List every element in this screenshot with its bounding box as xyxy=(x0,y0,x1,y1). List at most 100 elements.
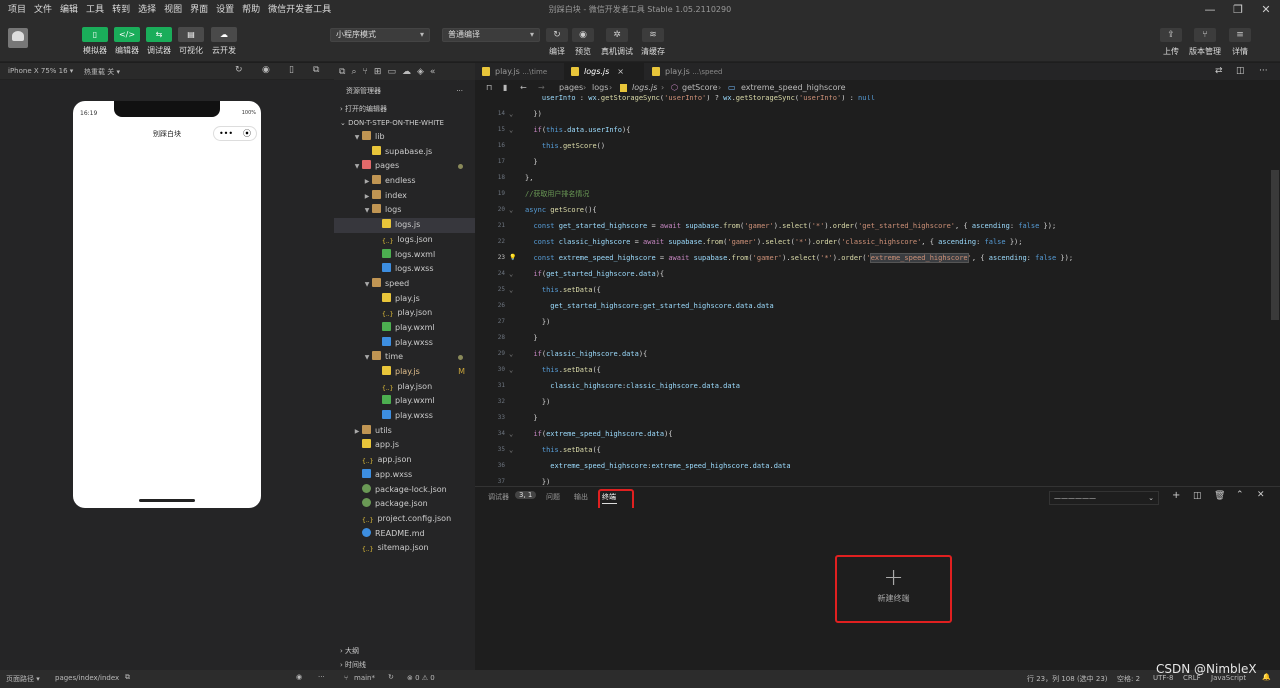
cube-icon[interactable]: ◈ xyxy=(417,67,424,77)
version-control-button[interactable]: ⑂ 版本管理 xyxy=(1189,28,1221,57)
tab-output[interactable]: 输出 xyxy=(574,492,588,502)
file-item[interactable]: README.md xyxy=(334,527,475,542)
problems-count[interactable]: ⊗ 0 ⚠ 0 xyxy=(407,674,435,682)
folder-item[interactable]: ▼ time xyxy=(334,350,475,365)
file-item[interactable]: play.js xyxy=(334,292,475,307)
cursor-position[interactable]: 行 23，列 108 (选中 23) xyxy=(1027,674,1108,684)
phone-screen[interactable]: 16:19 100% 别踩白块 ••• ⦿ xyxy=(73,101,261,508)
breadcrumb-item[interactable]: getScore xyxy=(682,80,718,95)
folder-item[interactable]: ▼ lib xyxy=(334,130,475,145)
compile-button[interactable]: ↻ 编译 xyxy=(544,28,570,57)
clear-cache-button[interactable]: ≋ 清缓存 xyxy=(640,28,666,57)
file-item[interactable]: {..} sitemap.json xyxy=(334,541,475,556)
file-item[interactable]: play.wxml xyxy=(334,394,475,409)
copy-icon[interactable]: ⧉ xyxy=(125,673,130,682)
file-item[interactable]: {..} play.json xyxy=(334,380,475,395)
menu-item-edit[interactable]: 编辑 xyxy=(56,0,82,20)
menu-item-tools[interactable]: 工具 xyxy=(82,0,108,20)
more-icon[interactable]: ··· xyxy=(318,673,325,681)
more-actions-icon[interactable]: ··· xyxy=(1259,66,1268,76)
mode-select[interactable]: 小程序模式 xyxy=(330,28,430,42)
details-button[interactable]: ≡ 详情 xyxy=(1227,28,1253,57)
close-panel-icon[interactable]: ✕ xyxy=(1257,490,1265,500)
file-item[interactable]: play.wxss xyxy=(334,409,475,424)
debugger-toggle-button[interactable]: ⇆ 调试器 xyxy=(145,27,173,56)
preview-button[interactable]: ◉ 预览 xyxy=(570,28,596,57)
file-item[interactable]: package-lock.json xyxy=(334,483,475,498)
window-icon[interactable]: ▭ xyxy=(387,67,396,77)
project-section[interactable]: ⌄ DON-T-STEP-ON-THE-WHITE xyxy=(334,116,475,130)
cloud-icon[interactable]: ☁ xyxy=(402,67,411,77)
file-item[interactable]: app.wxss xyxy=(334,468,475,483)
breadcrumb-item[interactable]: logs xyxy=(592,80,608,95)
stop-icon[interactable]: ◉ xyxy=(262,65,270,75)
capsule-menu[interactable]: ••• ⦿ xyxy=(213,126,257,141)
file-item[interactable]: {..} project.config.json xyxy=(334,512,475,527)
tab-debugger[interactable]: 调试器 xyxy=(488,492,509,502)
remote-debug-button[interactable]: ✲ 真机调试 xyxy=(601,28,633,57)
collapse-icon[interactable]: « xyxy=(430,67,436,77)
more-icon[interactable]: ··· xyxy=(456,80,463,102)
breadcrumb-item[interactable]: pages xyxy=(559,80,583,95)
upload-button[interactable]: ⇪ 上传 xyxy=(1158,28,1184,57)
tab-logs-js[interactable]: logs.js × xyxy=(564,63,644,80)
folder-item[interactable]: ▼ logs xyxy=(334,203,475,218)
fold-chevron-icon[interactable]: ⌄ xyxy=(509,106,513,122)
file-item[interactable]: {..} app.json xyxy=(334,453,475,468)
fold-chevron-icon[interactable]: ⌄ xyxy=(509,282,513,298)
menu-item-view[interactable]: 视图 xyxy=(160,0,186,20)
file-item[interactable]: supabase.js xyxy=(334,145,475,160)
cloud-dev-button[interactable]: ☁ 云开发 xyxy=(210,27,238,56)
file-item[interactable]: app.js xyxy=(334,438,475,453)
extensions-icon[interactable]: ⊞ xyxy=(374,67,382,77)
outline-section[interactable]: › 大纲 xyxy=(334,644,359,658)
folder-item[interactable]: ▼ pages xyxy=(334,159,475,174)
tab-play-js-speed[interactable]: play.js ...\speed xyxy=(645,63,737,80)
fold-chevron-icon[interactable]: ⌄ xyxy=(509,202,513,218)
avatar[interactable] xyxy=(8,28,28,48)
file-item[interactable]: logs.js xyxy=(334,218,475,233)
breadcrumb-item[interactable]: logs.js xyxy=(632,80,657,95)
indentation[interactable]: 空格: 2 xyxy=(1117,674,1140,684)
maximize-button[interactable]: ❐ xyxy=(1224,0,1252,20)
menu-item-select[interactable]: 选择 xyxy=(134,0,160,20)
back-icon[interactable]: ← xyxy=(520,80,527,95)
chevron-up-icon[interactable]: ⌃ xyxy=(1236,490,1244,500)
page-path-select[interactable]: 页面路径 ▾ xyxy=(6,674,40,684)
phone-icon[interactable]: ▯ xyxy=(289,65,294,75)
more-icon[interactable]: ••• xyxy=(219,129,233,138)
fold-chevron-icon[interactable]: ⌄ xyxy=(509,362,513,378)
bell-icon[interactable]: 🔔 xyxy=(1262,673,1271,681)
tab-terminal[interactable]: 终端 xyxy=(602,492,616,502)
popout-icon[interactable]: ⧉ xyxy=(313,65,319,75)
simulator-toggle-button[interactable]: ▯ 模拟器 xyxy=(81,27,109,56)
file-item[interactable]: play.js M xyxy=(334,365,475,380)
visual-button[interactable]: ▤ 可视化 xyxy=(177,27,205,56)
menu-item-help[interactable]: 帮助 xyxy=(238,0,264,20)
file-item[interactable]: play.wxml xyxy=(334,321,475,336)
split-editor-icon[interactable]: ◫ xyxy=(1236,66,1245,76)
folder-item[interactable]: ▶ endless xyxy=(334,174,475,189)
compare-icon[interactable]: ⇄ xyxy=(1215,66,1223,76)
close-window-button[interactable]: ✕ xyxy=(1252,0,1280,20)
code-editor[interactable]: userInfo : wx.getStorageSync('userInfo')… xyxy=(475,95,1270,486)
eye-icon[interactable]: ◉ xyxy=(296,673,302,681)
menu-item-devtools[interactable]: 微信开发者工具 xyxy=(264,0,335,20)
fold-chevron-icon[interactable]: ⌄ xyxy=(509,442,513,458)
fold-chevron-icon[interactable]: ⌄ xyxy=(509,426,513,442)
close-capsule-icon[interactable]: ⦿ xyxy=(243,128,251,139)
refresh-icon[interactable]: ↻ xyxy=(235,65,243,75)
bookmark-icon[interactable]: ⊓ xyxy=(486,80,492,95)
new-terminal-button[interactable]: + 新建终端 xyxy=(840,560,947,618)
menu-item-settings[interactable]: 设置 xyxy=(212,0,238,20)
close-tab-icon[interactable]: × xyxy=(617,67,624,76)
editor-scrollbar[interactable] xyxy=(1270,95,1280,486)
hot-reload-select[interactable]: 热重载 关 ▾ xyxy=(84,67,120,77)
minimize-button[interactable]: — xyxy=(1196,0,1224,20)
folder-item[interactable]: ▶ utils xyxy=(334,424,475,439)
sync-icon[interactable]: ↻ xyxy=(388,673,394,681)
search-icon[interactable]: ⌕ xyxy=(351,67,356,77)
open-editors-section[interactable]: › 打开的编辑器 xyxy=(334,102,475,116)
git-branch[interactable]: main* xyxy=(354,674,375,682)
fold-chevron-icon[interactable]: ⌄ xyxy=(509,122,513,138)
